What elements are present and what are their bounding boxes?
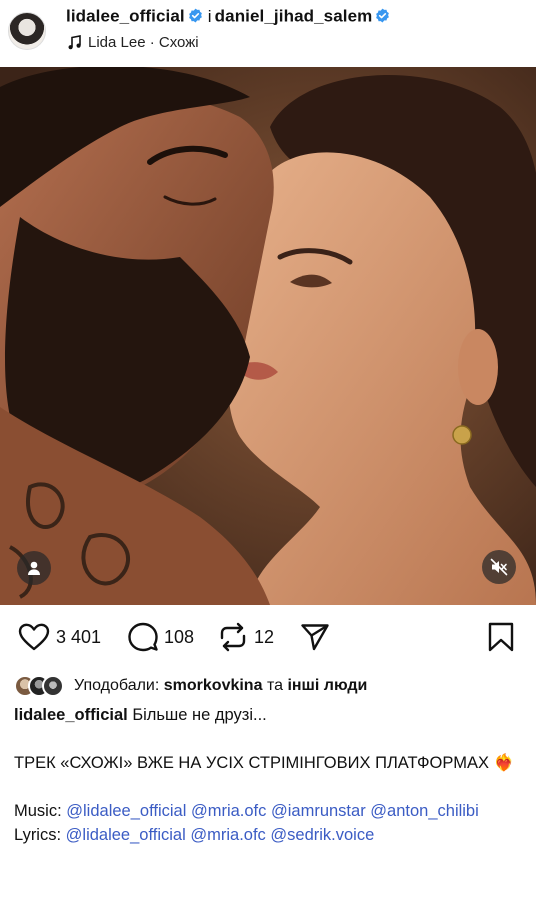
mute-icon — [490, 558, 508, 576]
music-mention[interactable]: @iamrunstar — [271, 802, 366, 820]
caption-announcement: ТРЕК «СХОЖІ» ВЖЕ НА УСІХ СТРІМІНГОВИХ ПЛ… — [14, 754, 515, 772]
music-mention[interactable]: @lidalee_official — [66, 802, 186, 820]
like-button[interactable]: 3 401 — [18, 618, 101, 656]
liked-by-connector: та — [266, 677, 283, 694]
liked-by-row[interactable]: Уподобали: smorkovkina та інші люди — [14, 673, 367, 699]
send-icon — [301, 624, 329, 651]
likes-count: 3 401 — [56, 626, 102, 647]
repost-button[interactable]: 12 — [218, 618, 274, 656]
repost-icon — [220, 622, 246, 652]
share-button[interactable] — [300, 618, 330, 656]
post-caption: lidalee_official Більше не друзі... ТРЕК… — [14, 703, 524, 847]
music-mention[interactable]: @mria.ofc — [191, 802, 266, 820]
caption-username[interactable]: lidalee_official — [14, 706, 128, 724]
audio-track-link[interactable]: Lida Lee · Схожі — [68, 34, 199, 51]
lyrics-mention[interactable]: @mria.ofc — [190, 826, 265, 844]
post-header: lidalee_official i daniel_jihad_salem Lida… — [0, 0, 536, 64]
liked-by-prefix: Уподобали: — [74, 677, 160, 694]
save-button[interactable] — [487, 618, 515, 656]
liked-by-user[interactable]: smorkovkina — [164, 677, 263, 694]
verified-badge-icon — [188, 8, 202, 23]
lyrics-mention[interactable]: @sedrik.voice — [270, 826, 374, 844]
couple-photo — [0, 67, 536, 605]
caption-music-credits: Music: @lidalee_official @mria.ofc @iamr… — [14, 799, 524, 823]
reposts-count: 12 — [254, 626, 275, 647]
music-note-icon — [68, 35, 81, 50]
user-tag-icon — [28, 561, 40, 575]
bookmark-icon — [488, 622, 514, 652]
heart-icon — [18, 623, 50, 651]
post-authors: lidalee_official i daniel_jihad_salem — [66, 6, 394, 27]
verified-badge-icon — [376, 8, 390, 23]
caption-lyrics-credits: Lyrics: @lidalee_official @mria.ofc @sed… — [14, 823, 524, 847]
mute-toggle-button[interactable] — [482, 550, 516, 584]
music-mention[interactable]: @anton_chilibi — [370, 802, 478, 820]
caption-text: Більше не друзі... — [132, 706, 267, 724]
tagged-people-button[interactable] — [17, 551, 51, 585]
author-avatar[interactable] — [8, 12, 46, 50]
comment-icon — [128, 622, 158, 652]
lyrics-label: Lyrics: — [14, 826, 62, 844]
lyrics-mention[interactable]: @lidalee_official — [66, 826, 186, 844]
audio-track-label: Lida Lee · Схожі — [88, 34, 199, 51]
coauthor-username[interactable]: daniel_jihad_salem — [215, 7, 373, 26]
authors-connector: i — [207, 6, 212, 26]
comments-count: 108 — [164, 626, 195, 647]
caption-first-line: lidalee_official Більше не друзі... — [14, 703, 524, 727]
music-label: Music: — [14, 802, 62, 820]
liked-by-others[interactable]: інші люди — [287, 677, 367, 694]
post-action-bar: 3 401 108 12 — [0, 618, 536, 656]
liker-avatar — [42, 675, 64, 697]
post-image[interactable] — [0, 67, 536, 605]
liked-by-text: Уподобали: smorkovkina та інші люди — [74, 677, 367, 695]
author-username[interactable]: lidalee_official — [66, 7, 185, 26]
comment-button[interactable]: 108 — [128, 618, 194, 656]
